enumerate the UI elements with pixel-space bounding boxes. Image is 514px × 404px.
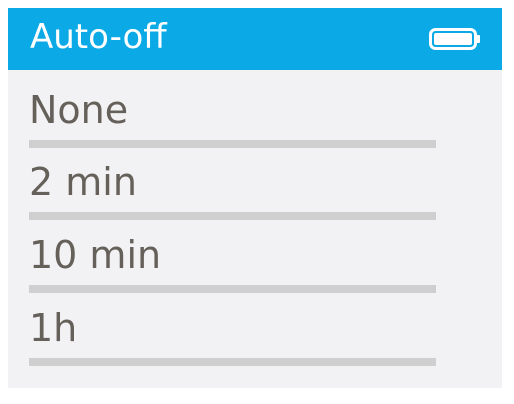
device-screen: Auto-off None 2 min 10 min 1h xyxy=(8,8,502,388)
menu-item-10-min[interactable]: 10 min xyxy=(8,224,502,296)
screen-header: Auto-off xyxy=(8,8,502,70)
menu-item-divider xyxy=(29,140,436,148)
menu-item-2-min[interactable]: 2 min xyxy=(8,151,502,223)
menu-item-label: 10 min xyxy=(29,233,162,277)
menu-item-divider xyxy=(29,285,436,293)
menu-item-divider xyxy=(29,358,436,366)
menu-item-label: 1h xyxy=(29,306,78,350)
page-title: Auto-off xyxy=(30,17,167,57)
menu-item-label: 2 min xyxy=(29,160,137,204)
menu-item-divider xyxy=(29,212,436,220)
menu-item-none[interactable]: None xyxy=(8,79,502,151)
menu-item-label: None xyxy=(29,88,129,132)
menu-item-1h[interactable]: 1h xyxy=(8,297,502,369)
battery-icon xyxy=(429,28,480,50)
